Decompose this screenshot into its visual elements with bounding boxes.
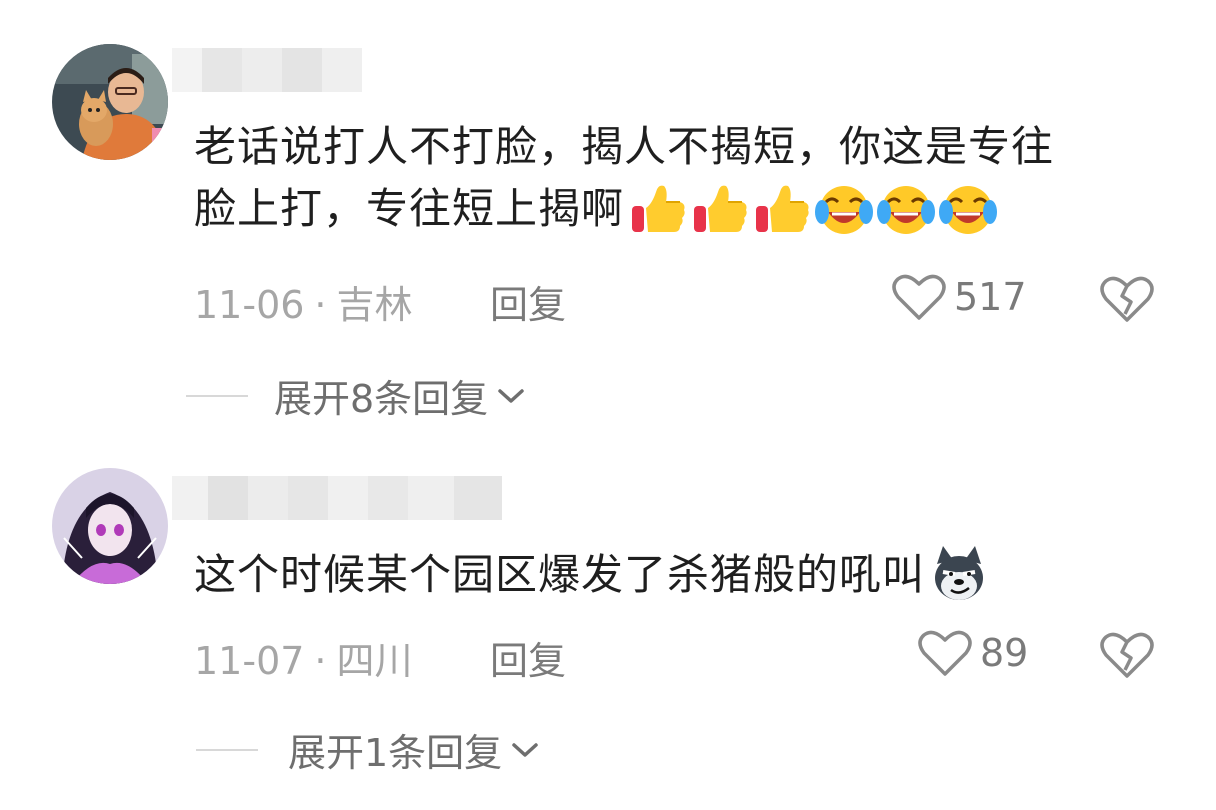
emoji-group [929,544,989,604]
meta-separator: · [314,283,327,327]
tears-of-joy-emoji [814,178,874,238]
user-avatar[interactable] [52,44,168,160]
smug-dog-emoji [929,544,989,604]
comment-text-line: 老话说打人不打脸，揭人不揭短，你这是专往 [194,122,1055,171]
heart-icon [892,274,946,320]
emoji-group [628,178,998,238]
expand-replies-button[interactable]: 展开8条回复 [186,368,526,423]
chevron-down-icon [512,742,538,757]
divider-line [186,394,248,397]
comment-list: 老话说打人不打脸，揭人不揭短，你这是专往 脸上打，专往短上揭啊 11-06 · … [0,0,1216,810]
comment-location: 四川 [336,639,413,683]
reply-button[interactable]: 回复 [490,274,566,329]
comment-location: 吉林 [336,283,413,327]
avatar-image [52,468,168,584]
comment-text: 老话说打人不打脸，揭人不揭短，你这是专往 脸上打，专往短上揭啊 [194,116,1194,240]
thumbs-up-emoji [628,178,688,238]
broken-heart-icon [1100,632,1154,678]
user-avatar[interactable] [52,468,168,584]
expand-replies-label: 展开1条回复 [288,731,503,775]
avatar-image [52,44,168,160]
comment-text-line: 这个时候某个园区爆发了杀猪般的吼叫 [194,550,926,599]
heart-icon [918,630,972,676]
like-button[interactable]: 517 [892,272,1027,322]
tears-of-joy-emoji [876,178,936,238]
expand-replies-button[interactable]: 展开1条回复 [196,722,540,777]
comment-text: 这个时候某个园区爆发了杀猪般的吼叫 [194,544,1194,606]
comment-meta: 11-07 · 四川 [194,630,413,685]
like-button[interactable]: 89 [918,628,1028,678]
meta-separator: · [314,639,327,683]
divider-line [196,748,258,751]
comment-meta: 11-06 · 吉林 [194,274,413,329]
dislike-button[interactable] [1100,630,1154,680]
like-count: 517 [954,275,1027,319]
comment-date: 11-06 [194,283,305,327]
broken-heart-icon [1100,276,1154,322]
dislike-button[interactable] [1100,274,1154,324]
username-blurred[interactable] [172,476,502,520]
comment-date: 11-07 [194,639,305,683]
comment-text-line: 脸上打，专往短上揭啊 [194,184,625,233]
expand-replies-label: 展开8条回复 [274,377,489,421]
tears-of-joy-emoji [938,178,998,238]
username-blurred[interactable] [172,48,362,92]
thumbs-up-emoji [752,178,812,238]
chevron-down-icon [498,388,524,403]
thumbs-up-emoji [690,178,750,238]
reply-button[interactable]: 回复 [490,630,566,685]
like-count: 89 [980,631,1029,675]
